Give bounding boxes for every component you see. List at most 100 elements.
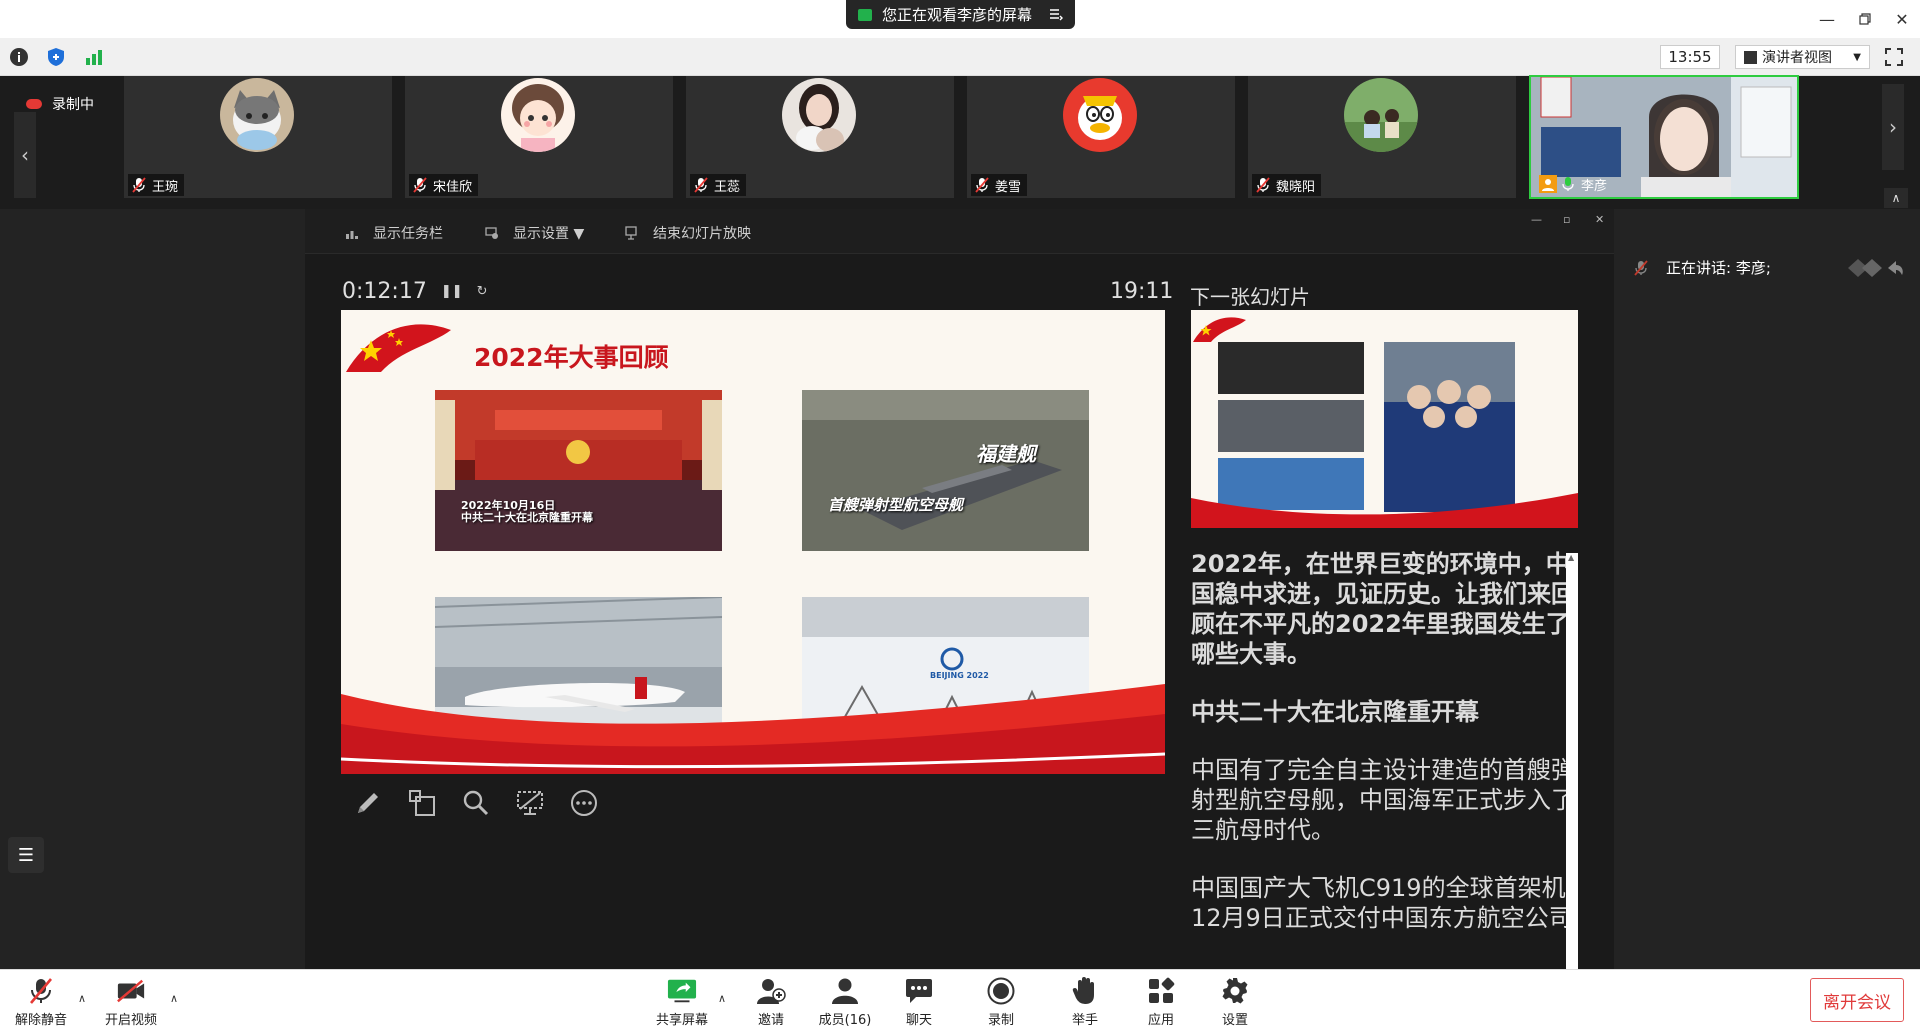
participant-tile[interactable]: 王琬 [124,76,392,198]
presenter-view: 显示任务栏 显示设置 ▼ 结束幻灯片放映 — ▫ ✕ 0:12:17 ❚❚ ↻ … [305,209,1614,969]
photo-party-congress: 2022年10月16日 中共二十大在北京隆重开幕 [435,390,722,551]
recording-indicator: 录制中 [26,94,94,114]
leave-meeting-button[interactable]: 离开会议 [1810,978,1904,1022]
participant-name: 姜雪 [995,179,1022,195]
chat-button[interactable]: 聊天 [884,976,954,1030]
display-settings-button[interactable]: 显示设置 ▼ [485,223,584,243]
presenter-minimize-icon[interactable]: — [1531,213,1542,226]
settings-button[interactable]: 设置 [1200,976,1270,1030]
video-off-icon [116,976,146,1006]
participant-nameplate: 姜雪 [971,174,1028,196]
share-screen-label: 共享屏幕 [655,1013,708,1028]
viewing-text: 您正在观看李彦的屏幕 [882,6,1033,24]
share-options-chevron-icon[interactable]: ∧ [718,992,726,1005]
end-slideshow-button[interactable]: 结束幻灯片放映 [625,223,751,243]
slide-tools [341,781,611,825]
speaking-text: 正在讲话: 李彦; [1666,259,1771,277]
more-options-icon[interactable] [557,781,611,825]
fullscreen-icon[interactable] [1884,47,1904,67]
close-icon[interactable]: ✕ [1889,8,1915,30]
presenter-close-icon[interactable]: ✕ [1595,213,1604,226]
mic-on-icon [1562,177,1574,191]
participant-tile[interactable]: 魏晓阳 [1248,76,1516,198]
black-screen-icon[interactable] [503,781,557,825]
participant-nameplate: 李彦 [1535,173,1613,195]
gear-icon [1220,976,1250,1006]
slide-title: 2022年大事回顾 [474,343,669,372]
elapsed-time: 0:12:17 [342,279,427,304]
current-slide[interactable]: 2022年大事回顾 2022年10月16日 中共二十大在北京隆重开幕 福建舰 首… [341,310,1165,774]
avatar [1344,78,1418,152]
participant-nameplate: 魏晓阳 [1252,174,1322,196]
audio-options-chevron-icon[interactable]: ∧ [78,992,86,1005]
members-button[interactable]: 成员(16) [810,976,880,1030]
settings-label: 设置 [1221,1013,1248,1028]
speaker-notes[interactable]: 2022年，在世界巨变的环境中，中国稳中求进，见证历史。让我们来回顾在不平凡的2… [1191,549,1578,969]
signal-icon[interactable] [84,47,104,67]
info-icon[interactable] [9,47,29,67]
presenter-restore-icon[interactable]: ▫ [1563,213,1570,226]
note-paragraph: 2022年，在世界巨变的环境中，中国稳中求进，见证历史。让我们来回顾在不平凡的2… [1191,550,1575,668]
view-mode-label: 演讲者视图 [1762,50,1832,66]
collapse-strip-button[interactable]: ∧ [1884,188,1908,208]
next-slide-preview[interactable] [1191,310,1578,528]
all-slides-icon[interactable] [395,781,449,825]
unmute-button[interactable]: 解除静音 [6,976,76,1030]
mic-off-icon [26,976,56,1006]
slideshow-timer: 0:12:17 ❚❚ ↻ [342,279,488,304]
slide-red-wave [1191,493,1578,528]
participant-name: 魏晓阳 [1276,179,1316,195]
participant-tile[interactable]: 王蕊 [686,76,954,198]
members-icon [830,976,860,1006]
security-shield-icon[interactable] [46,47,66,67]
participant-tile[interactable]: 姜雪 [967,76,1235,198]
meeting-toolbar: 解除静音 ∧ 开启视频 ∧ 共享屏幕 ∧ 邀请 成员(16) 聊天 录制 举手 … [0,969,1920,1035]
scroll-up-icon[interactable]: ▲ [1568,553,1574,562]
participant-nameplate: 王琬 [128,174,185,196]
pen-icon[interactable] [341,781,395,825]
participant-nameplate: 宋佳欣 [409,174,479,196]
photo-caption: 福建舰 [976,442,1036,466]
record-button[interactable]: 录制 [966,976,1036,1030]
share-screen-button[interactable]: 共享屏幕 [647,976,717,1030]
notes-scrollbar[interactable]: ▲ [1566,553,1578,969]
start-video-button[interactable]: 开启视频 [96,976,166,1030]
apps-button[interactable]: 应用 [1126,976,1196,1030]
viewing-screen-banner[interactable]: 您正在观看李彦的屏幕 [846,0,1075,29]
strip-prev-button[interactable]: ‹ [14,112,36,198]
recording-label: 录制中 [52,97,94,113]
zoom-icon[interactable] [449,781,503,825]
start-video-label: 开启视频 [104,1013,157,1028]
apps-label: 应用 [1147,1013,1174,1028]
show-taskbar-label: 显示任务栏 [373,226,443,242]
participants-strip: 录制中 ‹ 王琬 宋佳欣 王蕊 姜雪 魏晓阳 李彦 › ∧ [0,75,1920,209]
right-panel: 正在讲话: 李彦; [1614,209,1920,969]
participant-name: 王蕊 [714,179,741,195]
raise-hand-label: 举手 [1071,1013,1098,1028]
raise-hand-button[interactable]: 举手 [1050,976,1120,1030]
participant-tile-active-speaker[interactable]: 李彦 [1529,75,1799,199]
mic-off-icon [132,177,146,193]
restore-icon[interactable] [1852,8,1878,30]
meeting-clock: 13:55 [1660,45,1720,69]
layout-icon [1744,50,1757,64]
next-slide-label: 下一张幻灯片 [1190,285,1310,309]
avatar [220,78,294,152]
participant-name: 王琬 [152,179,179,195]
pause-icon[interactable]: ❚❚ [441,284,463,299]
minimize-icon[interactable]: — [1814,8,1840,30]
reaction-icons[interactable] [1844,257,1904,279]
strip-next-button[interactable]: › [1882,84,1904,170]
list-icon[interactable]: ☰ [8,837,44,873]
avatar [501,78,575,152]
view-mode-dropdown[interactable]: 演讲者视图 ▼ [1735,45,1870,69]
show-taskbar-button[interactable]: 显示任务栏 [345,223,443,243]
speaking-indicator: 正在讲话: 李彦; [1634,257,1771,278]
reset-timer-icon[interactable]: ↻ [477,284,488,299]
meeting-app: 您正在观看李彦的屏幕 — ✕ 13:55 演讲者视图 ▼ 录制中 ‹ 王琬 宋佳… [0,0,1920,1035]
unmute-label: 解除静音 [14,1013,67,1028]
video-options-chevron-icon[interactable]: ∧ [170,992,178,1005]
menu-icon[interactable] [1049,7,1063,21]
invite-button[interactable]: 邀请 [736,976,806,1030]
participant-tile[interactable]: 宋佳欣 [405,76,673,198]
